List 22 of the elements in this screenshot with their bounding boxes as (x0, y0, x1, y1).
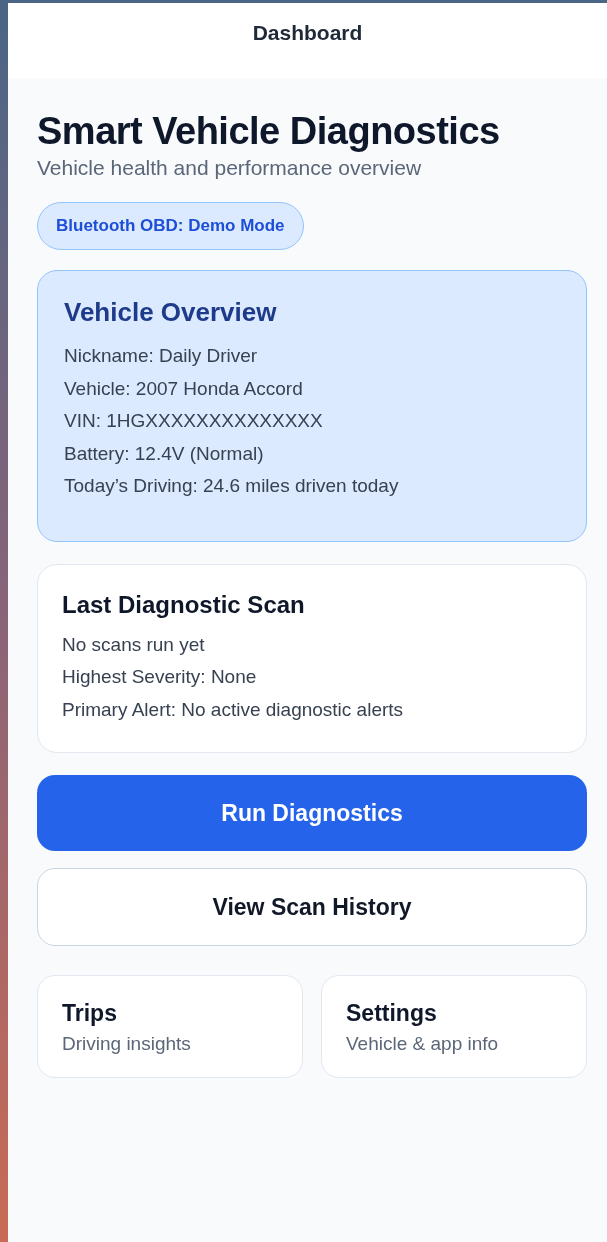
info-line: Vehicle: 2007 Honda Accord (64, 376, 304, 401)
info-line: Highest Severity: None (62, 665, 258, 689)
page-title: Smart Vehicle Diagnostics (37, 109, 501, 154)
run-diagnostics-button[interactable]: Run Diagnostics (37, 775, 587, 851)
status-badge: Bluetooth OBD: Demo Mode (37, 202, 304, 250)
nav-tile[interactable]: Settings Vehicle & app info (321, 975, 587, 1078)
tile-subtitle: Vehicle & app info (346, 1033, 500, 1055)
tile-subtitle: Driving insights (62, 1033, 192, 1055)
nav-tile[interactable]: Trips Driving insights (37, 975, 303, 1078)
info-line: No scans run yet (62, 632, 206, 657)
card-title: Vehicle Overview (64, 297, 278, 328)
header-title: Dashboard (252, 21, 363, 46)
info-line: Battery: 12.4V (Normal) (64, 441, 265, 466)
info-line: Primary Alert: No active diagnostic alerts (62, 697, 405, 722)
page-subtitle: Vehicle health and performance overview (37, 155, 423, 181)
info-line: Nickname: Daily Driver (64, 344, 259, 368)
info-line: Today’s Driving: 24.6 miles driven today (64, 474, 400, 498)
scan-history-button[interactable]: View Scan History (37, 868, 587, 946)
tile-title: Settings (346, 1000, 438, 1027)
card-title: Last Diagnostic Scan (62, 590, 306, 619)
tile-title: Trips (62, 1000, 118, 1027)
info-line: VIN: 1HGXXXXXXXXXXXXXX (64, 409, 324, 433)
